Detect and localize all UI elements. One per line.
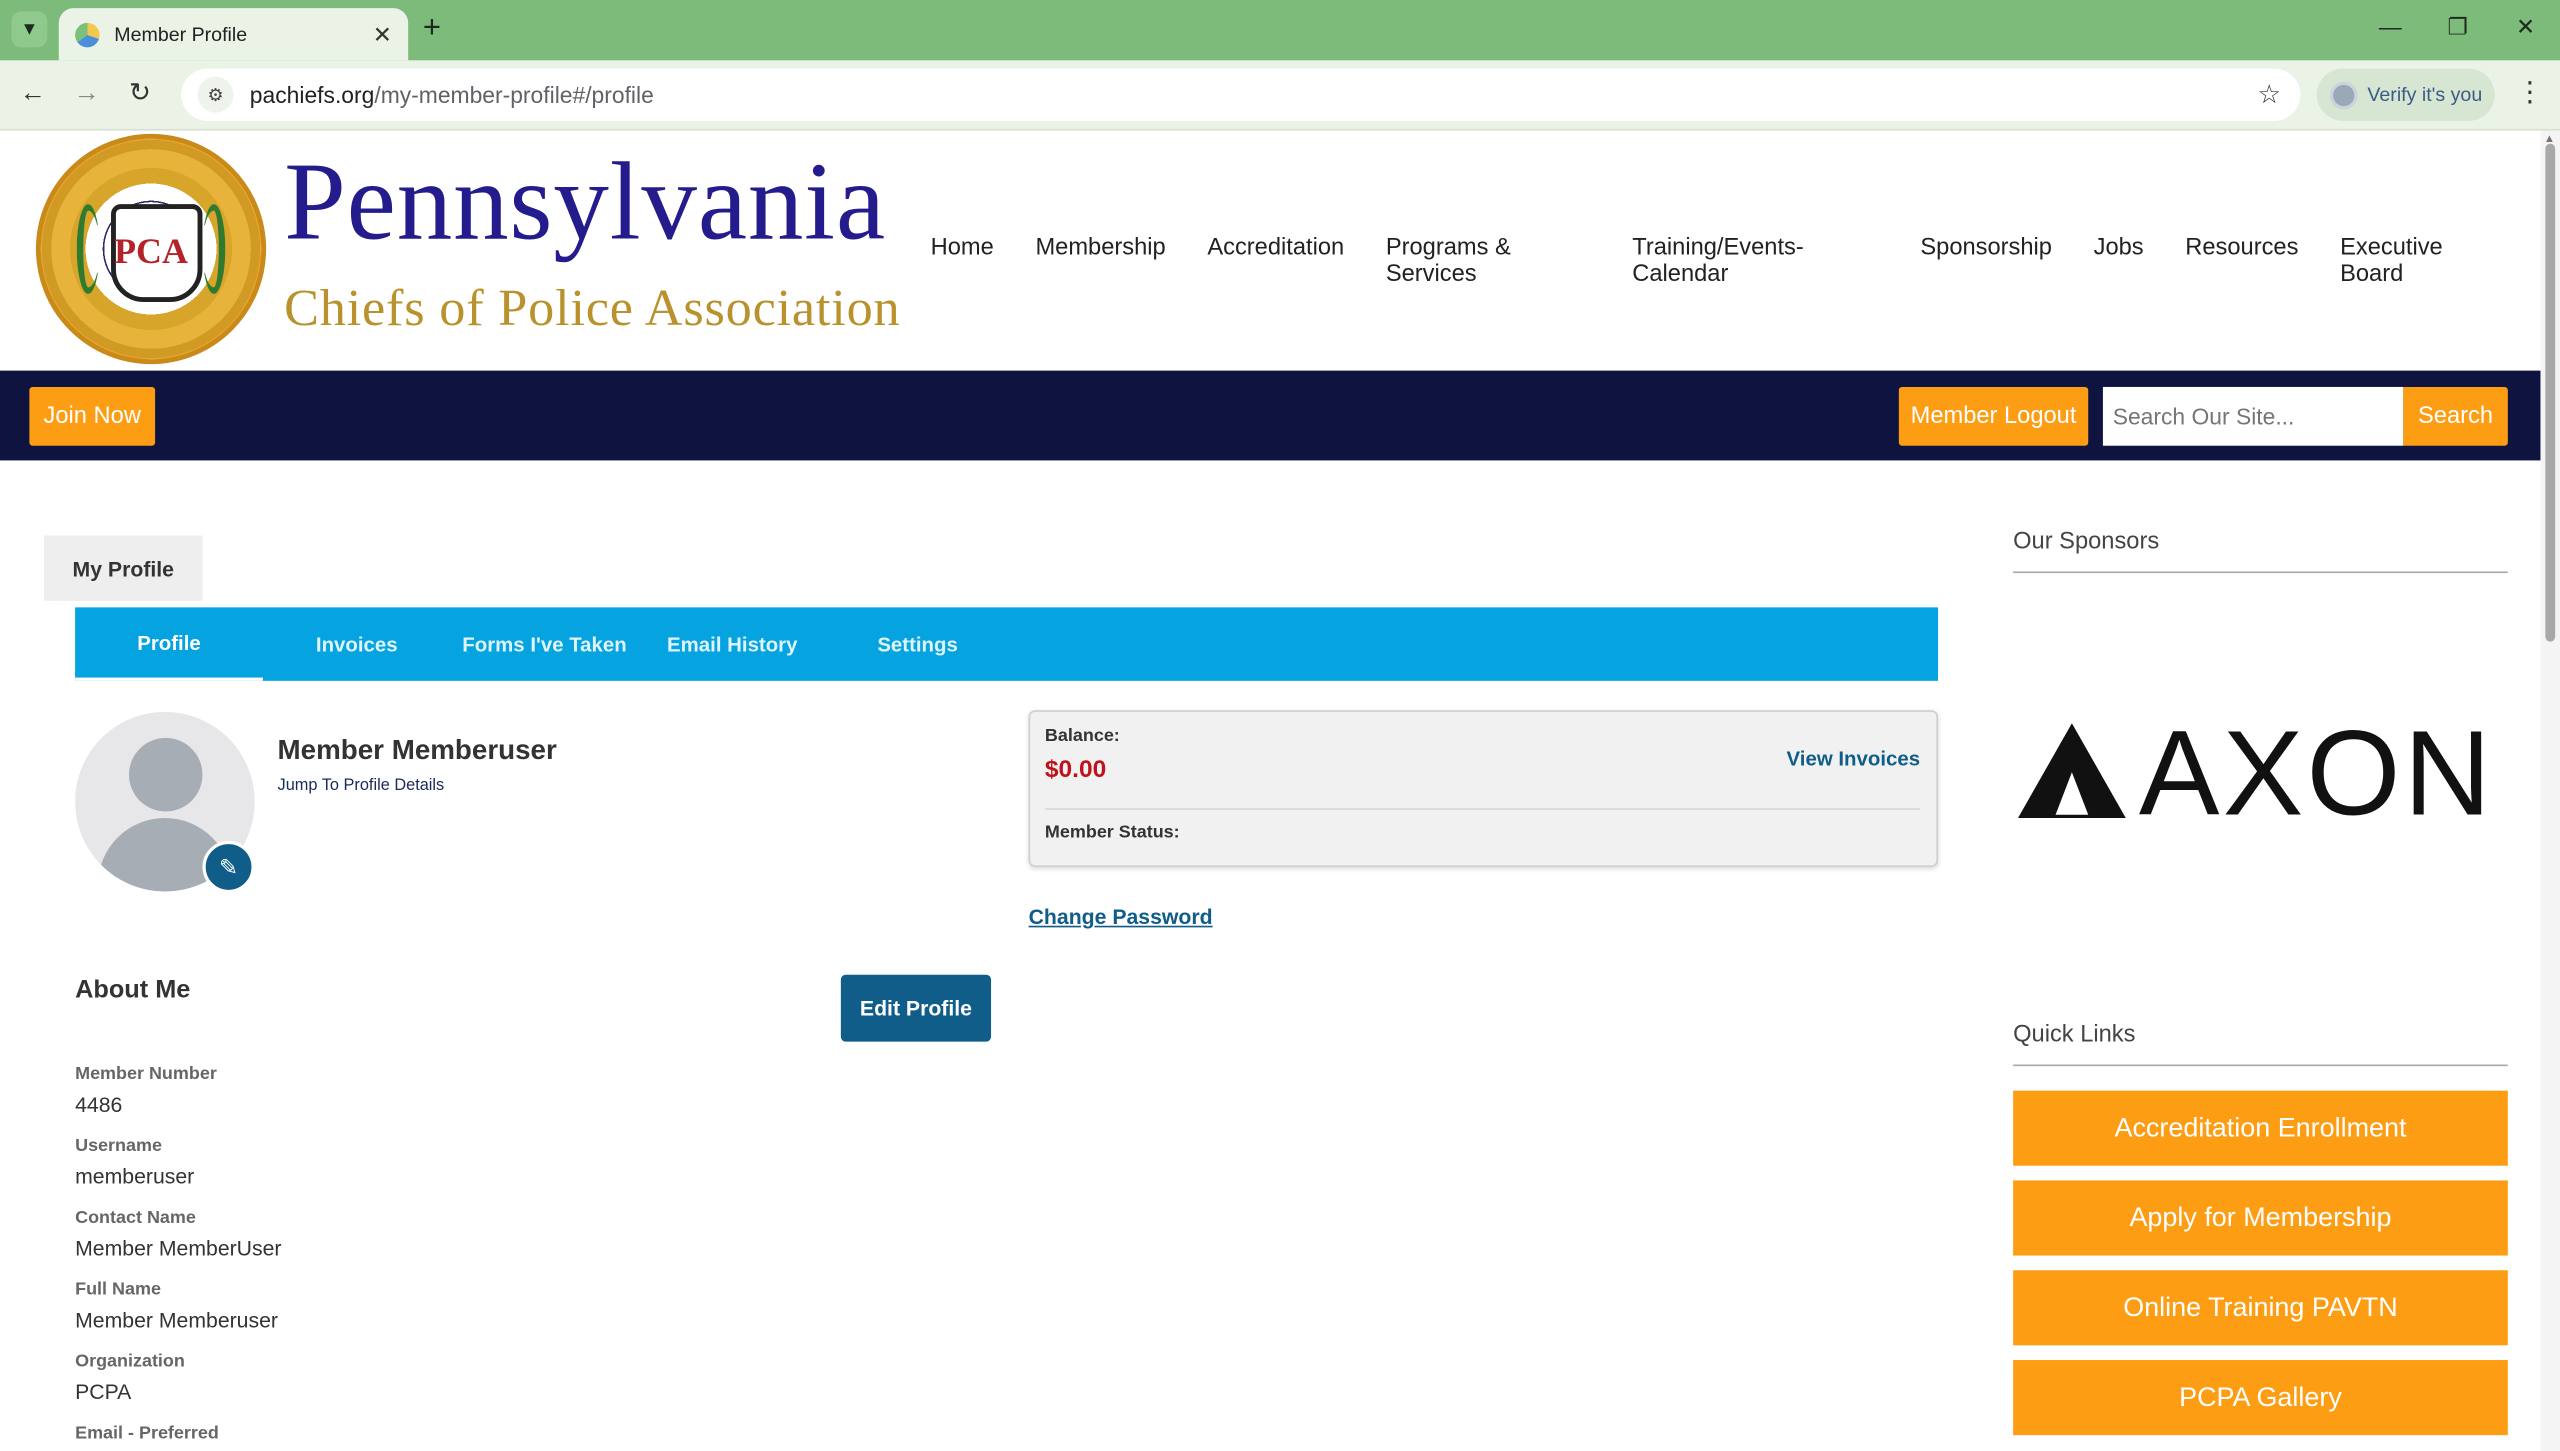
join-now-button[interactable]: Join Now — [29, 386, 156, 446]
balance-divider — [1044, 808, 1921, 810]
page-viewport: PCA Pennsylvania Chiefs of Police Associ… — [0, 130, 2560, 1451]
url-host: pachiefs.org — [249, 81, 375, 108]
view-invoices-link[interactable]: View Invoices — [1787, 748, 1920, 771]
full-name-label: Full Name — [75, 1280, 161, 1300]
window-close-icon[interactable]: ✕ — [2516, 13, 2535, 41]
quick-links-divider — [2013, 1064, 2508, 1067]
tab-email-history[interactable]: Email History — [638, 607, 826, 680]
organization-value: PCPA — [75, 1379, 132, 1405]
edit-avatar-pencil-icon[interactable]: ✎ — [202, 840, 255, 894]
bookmark-star-icon[interactable]: ☆ — [2257, 78, 2280, 111]
nav-sponsorship[interactable]: Sponsorship — [1920, 235, 2052, 287]
sponsors-divider — [2013, 571, 2508, 574]
brand-subtitle[interactable]: Chiefs of Police Association — [284, 278, 900, 338]
new-tab-plus-icon[interactable]: + — [423, 12, 441, 46]
nav-accreditation[interactable]: Accreditation — [1207, 235, 1344, 287]
username-label: Username — [75, 1136, 162, 1156]
forward-arrow-icon[interactable]: → — [73, 78, 99, 111]
quick-link-pcpa-gallery[interactable]: PCPA Gallery — [2013, 1360, 2508, 1436]
member-number-value: 4486 — [75, 1092, 123, 1117]
my-profile-tab[interactable]: My Profile — [44, 535, 203, 601]
search-button[interactable]: Search — [2403, 386, 2508, 446]
page-scrollbar[interactable]: ▲ — [2540, 130, 2560, 1451]
axon-delta-cutout — [2055, 772, 2089, 815]
tab-settings[interactable]: Settings — [826, 607, 1009, 680]
member-name: Member Memberuser — [277, 734, 557, 766]
contact-name-label: Contact Name — [75, 1208, 196, 1228]
quick-link-apply-membership[interactable]: Apply for Membership — [2013, 1180, 2508, 1256]
address-bar[interactable]: ⚙ pachiefs.org/my-member-profile#/profil… — [181, 68, 2301, 121]
back-arrow-icon[interactable]: ← — [20, 78, 46, 111]
member-number-label: Member Number — [75, 1064, 217, 1085]
site-header: PCA Pennsylvania Chiefs of Police Associ… — [0, 130, 2541, 371]
nav-jobs[interactable]: Jobs — [2094, 235, 2144, 287]
tab-invoices[interactable]: Invoices — [263, 607, 451, 680]
axon-wordmark: AXON — [2138, 705, 2495, 841]
seal-letters: PCA — [114, 230, 188, 272]
member-status-label: Member Status: — [1044, 822, 1180, 843]
edit-profile-button[interactable]: Edit Profile — [840, 974, 992, 1042]
restore-icon[interactable]: ❐ — [2447, 13, 2468, 41]
verify-identity-button[interactable]: Verify it's you — [2316, 68, 2495, 121]
change-password-link[interactable]: Change Password — [1029, 905, 1213, 929]
browser-menu-kebab-icon[interactable]: ⋮ — [2516, 77, 2544, 110]
contact-name-value: Member MemberUser — [75, 1235, 282, 1261]
site-info-icon[interactable]: ⚙ — [197, 76, 234, 113]
browser-tab-strip: ▼ Member Profile ✕ + — ❐ ✕ — [0, 0, 2560, 61]
browser-tab-member-profile[interactable]: Member Profile ✕ — [58, 8, 409, 61]
nav-home[interactable]: Home — [931, 235, 994, 287]
tab-search-chevron-icon[interactable]: ▼ — [11, 11, 48, 48]
site-search-input[interactable] — [2102, 386, 2404, 446]
axon-sponsor-logo[interactable]: AXON — [2013, 705, 2503, 841]
main-navigation: Home Membership Accreditation Programs &… — [931, 235, 2541, 287]
site-favicon-icon — [75, 22, 100, 47]
nav-training-events-calendar[interactable]: Training/Events-Calendar — [1632, 235, 1878, 287]
balance-label: Balance: — [1044, 726, 1120, 747]
quick-links-heading: Quick Links — [2013, 1022, 2136, 1049]
jump-to-profile-details-link[interactable]: Jump To Profile Details — [278, 777, 445, 795]
tab-forms-taken[interactable]: Forms I've Taken — [451, 607, 639, 680]
quick-link-online-training[interactable]: Online Training PAVTN — [2013, 1270, 2508, 1346]
email-preferred-label: Email - Preferred — [75, 1423, 219, 1444]
tab-title: Member Profile — [114, 22, 248, 46]
minimize-icon[interactable]: — — [2379, 13, 2402, 39]
scrollbar-thumb[interactable] — [2545, 143, 2556, 642]
utility-bar: Join Now Member Logout Search — [0, 370, 2541, 461]
nav-membership[interactable]: Membership — [1035, 235, 1165, 287]
nav-resources[interactable]: Resources — [2185, 235, 2298, 287]
reload-icon[interactable]: ↻ — [129, 78, 151, 111]
balance-amount: $0.00 — [1044, 755, 1107, 784]
url-path: /my-member-profile#/profile — [374, 81, 654, 108]
brand-title[interactable]: Pennsylvania — [284, 137, 886, 266]
member-logout-button[interactable]: Member Logout — [1898, 386, 2089, 446]
tab-profile[interactable]: Profile — [75, 607, 263, 681]
avatar-head-icon — [128, 737, 203, 812]
verify-label: Verify it's you — [2367, 83, 2483, 107]
our-sponsors-heading: Our Sponsors — [2013, 528, 2160, 556]
nav-executive-board[interactable]: Executive Board — [2340, 235, 2499, 287]
browser-toolbar: ← → ↻ ⚙ pachiefs.org/my-member-profile#/… — [0, 60, 2560, 131]
full-name-value: Member Memberuser — [75, 1307, 278, 1333]
about-me-heading: About Me — [75, 976, 191, 1005]
profile-subnav: Profile Invoices Forms I've Taken Email … — [75, 607, 1939, 681]
tab-close-icon[interactable]: ✕ — [373, 20, 392, 48]
pcpa-seal-logo[interactable]: PCA — [35, 133, 267, 365]
balance-panel: Balance: $0.00 View Invoices Member Stat… — [1028, 710, 1939, 867]
quick-link-accreditation-enrollment[interactable]: Accreditation Enrollment — [2013, 1090, 2508, 1166]
username-value: memberuser — [75, 1164, 195, 1189]
organization-label: Organization — [75, 1351, 185, 1372]
nav-programs-services[interactable]: Programs & Services — [1386, 235, 1591, 287]
profile-avatar-icon — [2329, 80, 2358, 109]
